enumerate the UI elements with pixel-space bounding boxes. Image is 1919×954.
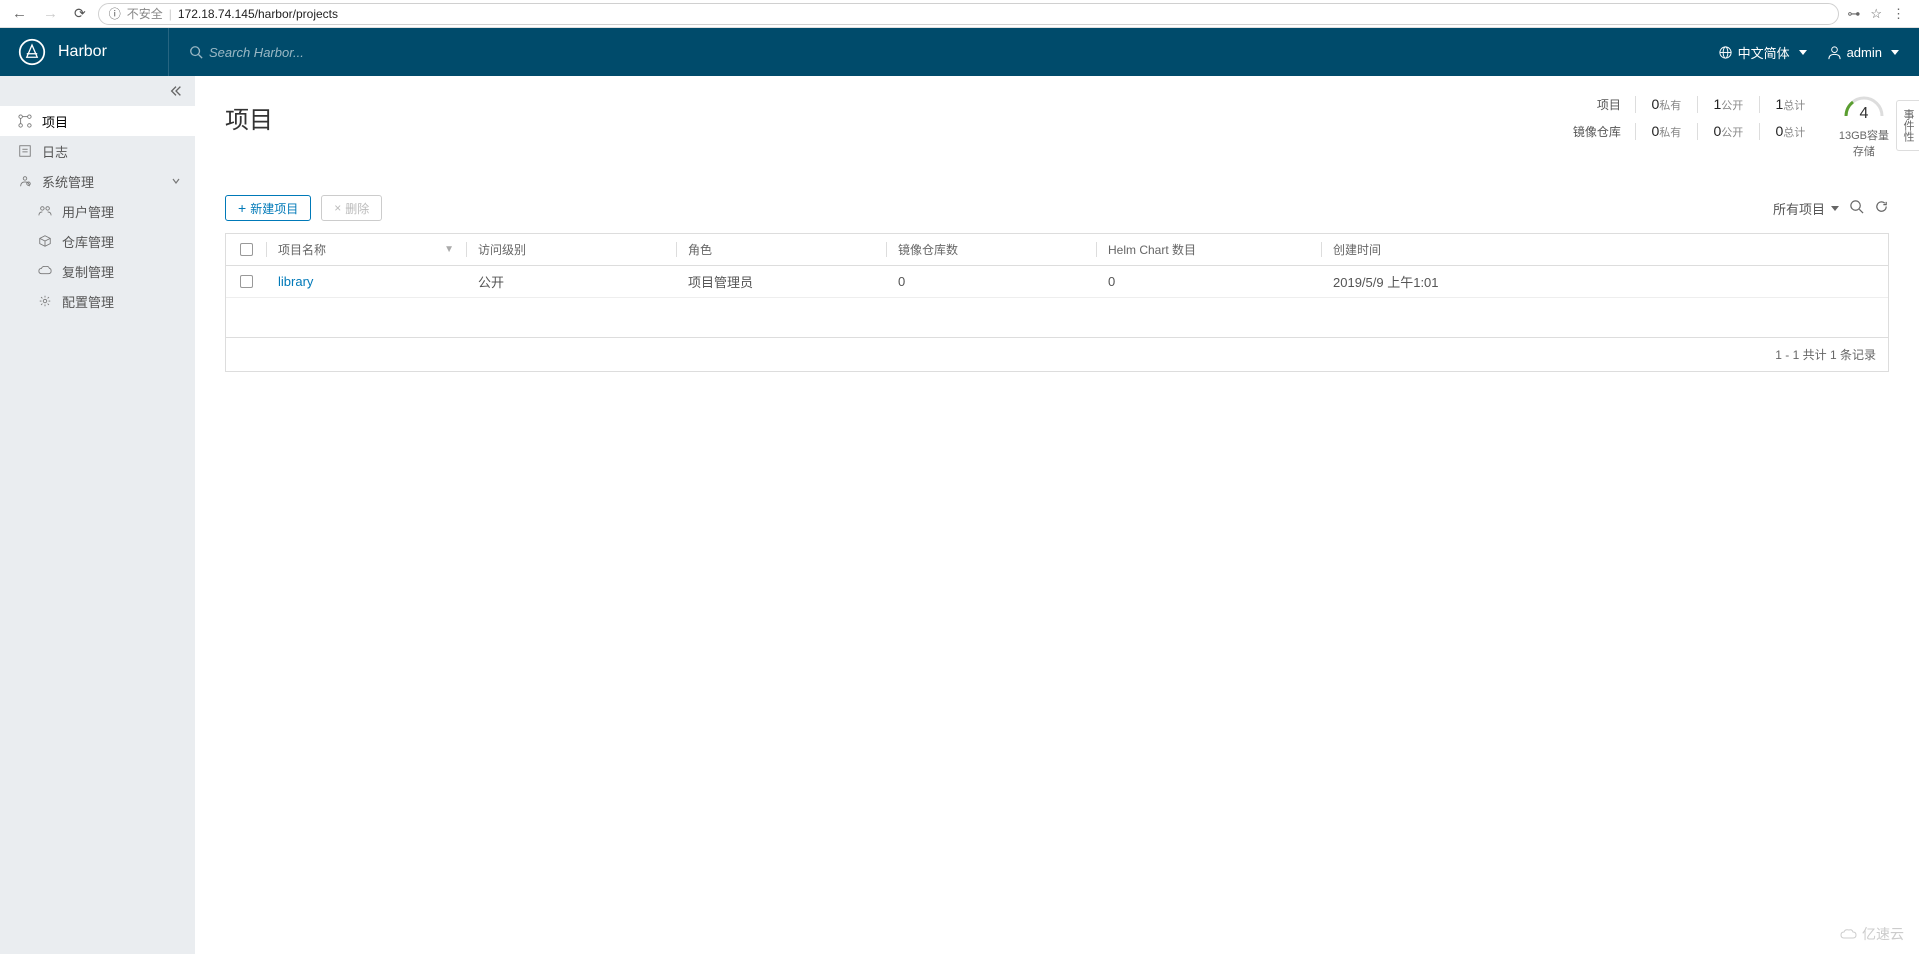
cell-created: 2019/5/9 上午1:01 (1321, 266, 1888, 297)
stats-cell: 0私有 (1635, 96, 1697, 113)
refresh-icon[interactable] (1874, 199, 1889, 218)
sidebar-item-users[interactable]: 用户管理 (0, 196, 195, 226)
main-content: 项目 项目 0私有 1公开 1总计 镜像仓库 0私有 0公开 0总计 4 13G… (195, 76, 1919, 954)
x-icon: × (334, 201, 341, 215)
watermark: 亿速云 (1840, 924, 1904, 944)
stats-cell: 0公开 (1697, 123, 1759, 140)
cell-repo: 0 (886, 266, 1096, 297)
select-all-checkbox[interactable] (240, 243, 253, 256)
sidebar-item-projects[interactable]: 项目 (0, 106, 195, 136)
harbor-logo-icon (18, 38, 46, 66)
sidebar-item-label: 用户管理 (62, 202, 114, 221)
cell-helm: 0 (1096, 266, 1321, 297)
kebab-menu-icon[interactable]: ⋮ (1892, 6, 1905, 22)
stats-row-label: 项目 (1573, 96, 1635, 113)
sidebar-item-label: 复制管理 (62, 262, 114, 281)
security-label: 不安全 (127, 5, 163, 22)
column-header-name[interactable]: 项目名称▼ (266, 234, 466, 265)
url-text: 172.18.74.145/harbor/projects (178, 7, 338, 21)
sidebar-item-label: 仓库管理 (62, 232, 114, 251)
reload-button[interactable]: ⟳ (70, 5, 90, 22)
sidebar-item-label: 项目 (42, 112, 68, 131)
search-icon[interactable] (1849, 199, 1864, 218)
gauge-value: 4 (1839, 105, 1889, 123)
back-button[interactable]: ← (8, 3, 31, 24)
user-label: admin (1847, 45, 1882, 60)
summary-panel: 项目 0私有 1公开 1总计 镜像仓库 0私有 0公开 0总计 4 13GB容量… (1573, 96, 1889, 159)
info-icon: ⓘ (109, 5, 121, 22)
storage-gauge: 4 13GB容量 存储 (1821, 96, 1889, 159)
projects-icon (18, 114, 32, 128)
key-icon[interactable]: ⊶ (1847, 6, 1860, 22)
projects-table: 项目名称▼ 访问级别 角色 镜像仓库数 Helm Chart 数目 创建时间 l… (225, 233, 1889, 372)
search-input[interactable] (209, 45, 509, 60)
search-icon (189, 45, 203, 59)
user-menu[interactable]: admin (1827, 45, 1899, 60)
table-row[interactable]: library 公开 项目管理员 0 0 2019/5/9 上午1:01 (226, 266, 1888, 298)
cube-icon (38, 234, 52, 248)
cell-role: 项目管理员 (676, 266, 886, 297)
plus-icon: + (238, 201, 246, 215)
browser-toolbar: ← → ⟳ ⓘ 不安全 | 172.18.74.145/harbor/proje… (0, 0, 1919, 28)
cloud-icon (38, 264, 52, 278)
sidebar-item-replication[interactable]: 复制管理 (0, 256, 195, 286)
gauge-capacity: 13GB容量 (1839, 127, 1889, 143)
users-icon (38, 204, 52, 218)
stats-cell: 0总计 (1759, 123, 1821, 140)
sidebar-item-registries[interactable]: 仓库管理 (0, 226, 195, 256)
table-header: 项目名称▼ 访问级别 角色 镜像仓库数 Helm Chart 数目 创建时间 (226, 234, 1888, 266)
new-project-button[interactable]: + 新建项目 (225, 195, 311, 221)
side-tab[interactable]: 事件性 (1896, 100, 1919, 151)
column-header-access[interactable]: 访问级别 (466, 234, 676, 265)
stats-cell: 0私有 (1635, 123, 1697, 140)
stats-row-label: 镜像仓库 (1573, 123, 1635, 140)
project-link[interactable]: library (278, 274, 313, 289)
column-header-role[interactable]: 角色 (676, 234, 886, 265)
language-label: 中文简体 (1738, 43, 1790, 62)
table-footer: 1 - 1 共计 1 条记录 (226, 338, 1888, 371)
column-header-helm[interactable]: Helm Chart 数目 (1096, 234, 1321, 265)
app-name: Harbor (58, 43, 107, 61)
chevron-down-icon (171, 174, 181, 189)
filter-icon[interactable]: ▼ (444, 244, 454, 255)
user-icon (1827, 45, 1842, 60)
cell-access: 公开 (466, 266, 676, 297)
column-header-repo[interactable]: 镜像仓库数 (886, 234, 1096, 265)
collapse-sidebar-button[interactable] (0, 76, 195, 106)
gear-icon (38, 294, 52, 308)
chevron-double-left-icon (169, 84, 183, 98)
forward-button[interactable]: → (39, 3, 62, 24)
sidebar-item-config[interactable]: 配置管理 (0, 286, 195, 316)
language-selector[interactable]: 中文简体 (1718, 43, 1807, 62)
cloud-icon (1840, 928, 1858, 940)
stats-cell: 1公开 (1697, 96, 1759, 113)
toolbar: + 新建项目 × 删除 所有项目 (225, 195, 1889, 221)
sidebar-item-label: 日志 (42, 142, 68, 161)
delete-button[interactable]: × 删除 (321, 195, 382, 221)
star-icon[interactable]: ☆ (1870, 6, 1882, 22)
row-checkbox[interactable] (240, 275, 253, 288)
stats-cell: 1总计 (1759, 96, 1821, 113)
sidebar-item-label: 系统管理 (42, 172, 94, 191)
sidebar-item-admin[interactable]: 系统管理 (0, 166, 195, 196)
address-bar[interactable]: ⓘ 不安全 | 172.18.74.145/harbor/projects (98, 3, 1840, 25)
globe-icon (1718, 45, 1733, 60)
logs-icon (18, 144, 32, 158)
gauge-storage-label: 存储 (1839, 143, 1889, 159)
sidebar: 项目 日志 系统管理 用户管理 仓库管理 (0, 76, 195, 954)
admin-icon (18, 174, 32, 188)
sidebar-item-logs[interactable]: 日志 (0, 136, 195, 166)
app-header: Harbor 中文简体 admin (0, 28, 1919, 76)
project-filter-select[interactable]: 所有项目 (1773, 199, 1839, 218)
column-header-created[interactable]: 创建时间 (1321, 234, 1888, 265)
sidebar-item-label: 配置管理 (62, 292, 114, 311)
